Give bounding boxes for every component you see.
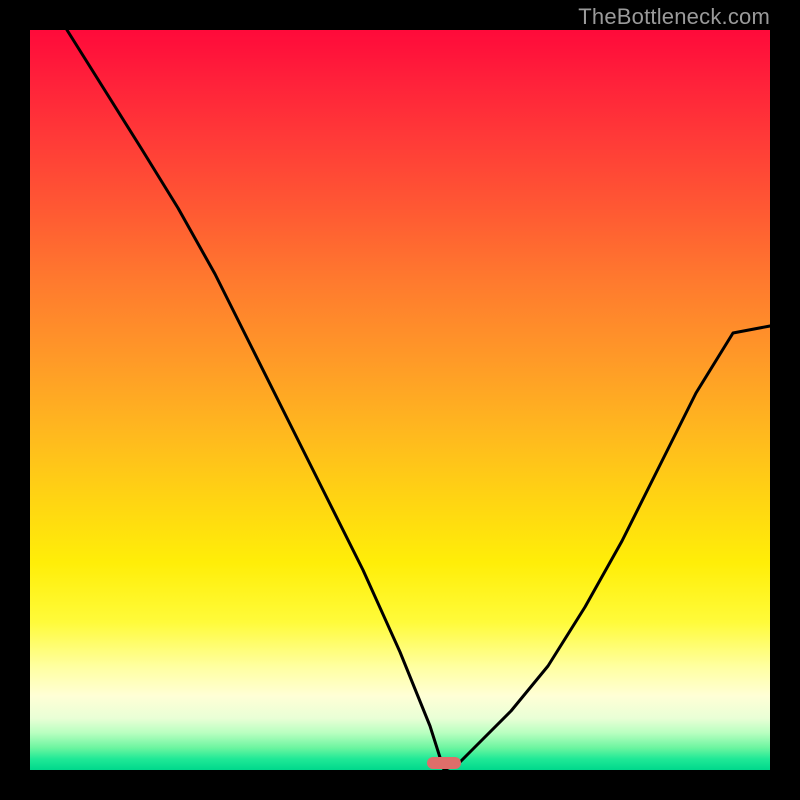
plot-area — [30, 30, 770, 770]
chart-frame: TheBottleneck.com — [0, 0, 800, 800]
attribution-label: TheBottleneck.com — [578, 4, 770, 30]
optimum-marker — [427, 757, 461, 769]
bottleneck-curve — [30, 30, 770, 770]
